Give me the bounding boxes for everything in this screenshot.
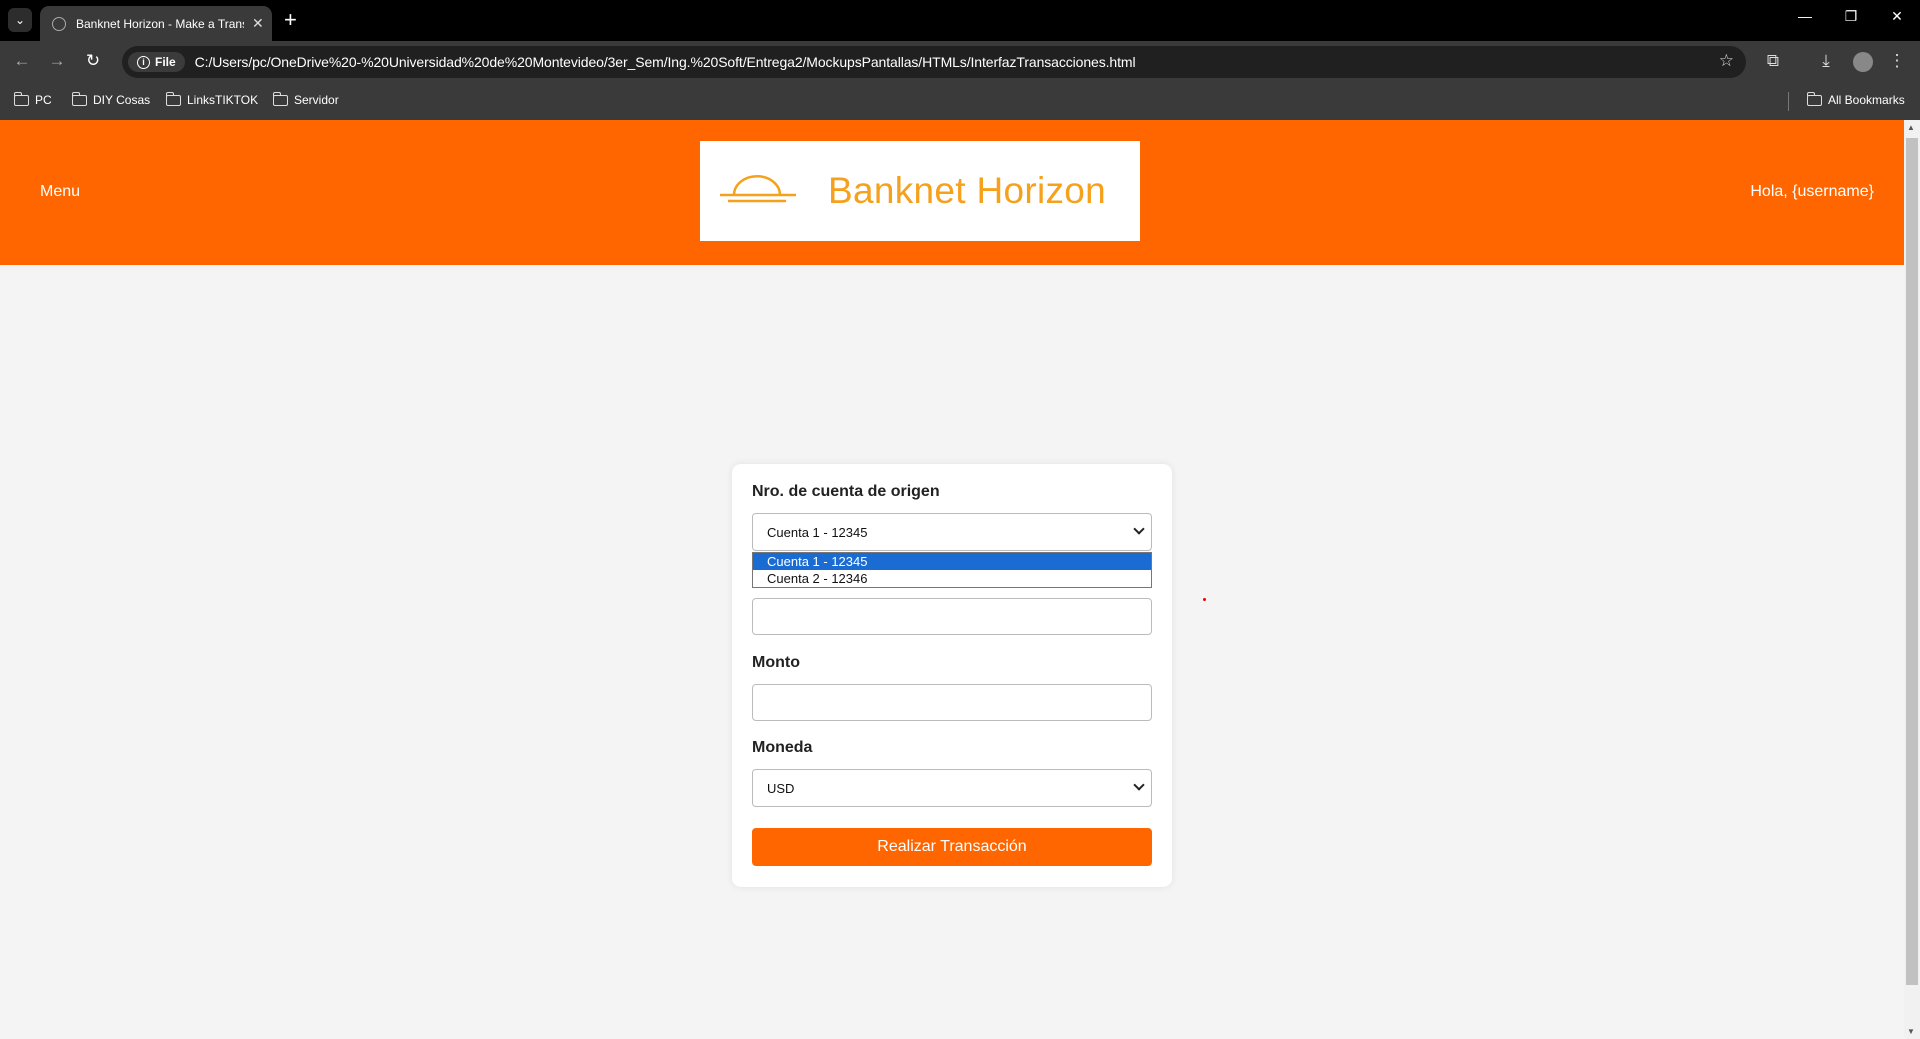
tab-search-chevron-icon[interactable]: ⌄ (8, 8, 32, 32)
globe-icon (52, 16, 66, 31)
download-icon[interactable]: ⤓ (1815, 51, 1837, 71)
bookmark-diy-cosas[interactable]: DIY Cosas (71, 91, 151, 107)
page-scrollbar[interactable]: ▲ ▼ (1904, 120, 1920, 1039)
folder-icon (272, 91, 288, 106)
minimize-icon[interactable]: — (1790, 8, 1820, 24)
chevron-down-icon (1133, 523, 1145, 535)
origin-account-value: Cuenta 1 - 12345 (767, 524, 868, 540)
bookmark-label: PC (35, 93, 52, 107)
tab-title: Banknet Horizon - Make a Transaction (76, 16, 244, 31)
restore-icon[interactable]: ❐ (1836, 8, 1866, 25)
currency-select[interactable]: USD (752, 769, 1152, 807)
profile-avatar[interactable] (1853, 52, 1873, 72)
window-close-icon[interactable]: ✕ (1882, 8, 1912, 25)
new-tab-plus-icon[interactable]: + (284, 9, 297, 31)
scroll-up-icon[interactable]: ▲ (1907, 123, 1915, 132)
all-bookmarks-label: All Bookmarks (1828, 93, 1905, 107)
amount-label: Monto (752, 654, 800, 671)
folder-icon (71, 91, 87, 106)
extensions-puzzle-icon[interactable]: ⧉ (1762, 51, 1784, 71)
bookmarks-divider (1788, 92, 1789, 111)
reload-icon[interactable]: ↻ (82, 51, 104, 71)
user-greeting[interactable]: Hola, {username} (1750, 183, 1874, 201)
logo: Banknet Horizon (700, 141, 1140, 241)
browser-tab-bar: ⌄ Banknet Horizon - Make a Transaction ✕… (0, 0, 1920, 41)
bookmarks-bar: PC DIY Cosas LinksTIKTOK Servidor All Bo… (0, 83, 1920, 120)
menu-link[interactable]: Menu (40, 183, 80, 201)
all-bookmarks[interactable]: All Bookmarks (1806, 91, 1905, 107)
browser-tab[interactable]: Banknet Horizon - Make a Transaction ✕ (40, 6, 272, 41)
bookmark-linkstiktok[interactable]: LinksTIKTOK (165, 91, 259, 107)
currency-label: Moneda (752, 739, 813, 756)
origin-account-label: Nro. de cuenta de origen (752, 483, 940, 500)
currency-value: USD (767, 780, 795, 796)
origin-account-dropdown: Cuenta 1 - 12345 Cuenta 2 - 12346 (752, 552, 1152, 588)
folder-icon (165, 91, 181, 106)
page-viewport: Menu Banknet Horizon Hola, {username} Nr… (0, 120, 1904, 1039)
scrollbar-thumb[interactable] (1906, 138, 1918, 985)
file-chip-label: File (155, 55, 176, 69)
url-text[interactable]: C:/Users/pc/OneDrive%20-%20Universidad%2… (195, 54, 1136, 70)
amount-input[interactable] (752, 684, 1152, 721)
bookmark-pc[interactable]: PC (13, 91, 52, 107)
dropdown-option[interactable]: Cuenta 1 - 12345 (753, 553, 1151, 570)
forward-arrow-icon[interactable]: → (46, 51, 68, 71)
bookmark-label: LinksTIKTOK (187, 93, 259, 107)
origin-account-select[interactable]: Cuenta 1 - 12345 (752, 513, 1152, 551)
red-dot-marker (1203, 598, 1206, 601)
back-arrow-icon[interactable]: ← (11, 51, 33, 71)
bookmark-label: DIY Cosas (93, 93, 151, 107)
site-header: Menu Banknet Horizon Hola, {username} (0, 120, 1904, 265)
folder-icon (1806, 91, 1822, 106)
browser-toolbar: ← → ↻ i File C:/Users/pc/OneDrive%20-%20… (0, 41, 1920, 83)
address-bar[interactable]: i File C:/Users/pc/OneDrive%20-%20Univer… (122, 46, 1746, 78)
submit-transaction-button[interactable]: Realizar Transacción (752, 828, 1152, 866)
info-icon: i (137, 55, 150, 69)
site-info-chip[interactable]: i File (128, 52, 185, 72)
logo-text: Banknet Horizon (828, 170, 1107, 211)
sunrise-logo-icon (720, 174, 796, 203)
folder-icon (13, 91, 29, 106)
bookmark-star-icon[interactable]: ☆ (1719, 51, 1734, 71)
more-menu-icon[interactable]: ⋮ (1886, 51, 1908, 71)
bookmark-label: Servidor (294, 93, 339, 107)
chevron-down-icon (1133, 779, 1145, 791)
destination-account-input[interactable] (752, 598, 1152, 635)
bookmark-servidor[interactable]: Servidor (272, 91, 339, 107)
close-tab-icon[interactable]: ✕ (252, 15, 264, 32)
dropdown-option[interactable]: Cuenta 2 - 12346 (753, 570, 1151, 587)
transaction-form: Nro. de cuenta de origen Cuenta 1 - 1234… (732, 464, 1172, 887)
scroll-down-icon[interactable]: ▼ (1907, 1027, 1915, 1036)
